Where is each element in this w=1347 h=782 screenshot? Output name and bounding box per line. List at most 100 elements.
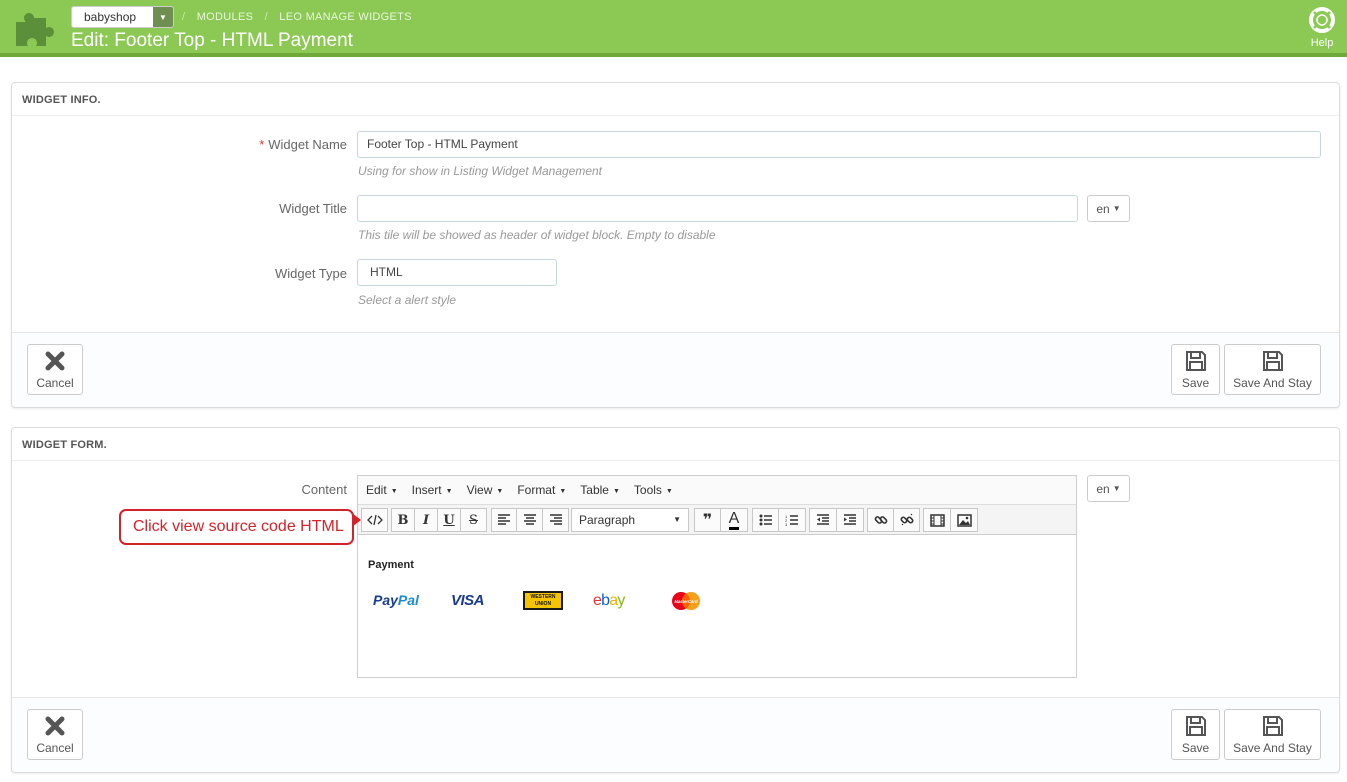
- widget-title-label: Widget Title: [279, 201, 347, 216]
- breadcrumb-leo-manage-widgets[interactable]: LEO MANAGE WIDGETS: [279, 11, 412, 23]
- breadcrumb-modules[interactable]: MODULES: [197, 11, 254, 23]
- cancel-button[interactable]: Cancel: [27, 709, 83, 760]
- html-editor[interactable]: Edit ▼ Insert ▼ View ▼ Format ▼ Table ▼ Tools…: [357, 475, 1077, 678]
- widget-title-lang-button[interactable]: en ▼: [1087, 195, 1130, 222]
- lifebuoy-icon: [1309, 7, 1335, 33]
- floppy-disk-icon: [1225, 350, 1320, 376]
- quote-icon: ❞: [702, 512, 713, 529]
- content-label: Content: [301, 482, 347, 497]
- insert-image-button[interactable]: [950, 508, 978, 532]
- widget-name-input[interactable]: Footer Top - HTML Payment: [357, 131, 1321, 158]
- strikethrough-button[interactable]: S: [460, 508, 487, 532]
- source-code-button[interactable]: [361, 508, 388, 532]
- menu-table[interactable]: Table ▼: [580, 483, 620, 497]
- image-icon: [956, 513, 972, 527]
- blockquote-button[interactable]: ❞: [694, 508, 721, 532]
- callout-arrow: [352, 513, 361, 527]
- paypal-logo: PayPal: [373, 592, 419, 608]
- chevron-down-icon: ▼: [153, 7, 173, 27]
- align-right-button[interactable]: [542, 508, 569, 532]
- close-icon: [28, 350, 82, 376]
- menu-tools[interactable]: Tools ▼: [634, 483, 673, 497]
- widget-type-label: Widget Type: [274, 266, 347, 281]
- italic-icon: I: [422, 512, 430, 528]
- menu-view[interactable]: View ▼: [467, 483, 504, 497]
- bullet-list-icon: [759, 514, 772, 526]
- insert-video-button[interactable]: [923, 508, 951, 532]
- widget-form-footer: Cancel Save Save And Stay: [12, 697, 1339, 772]
- text-color-icon: A: [728, 510, 740, 530]
- payment-heading: Payment: [368, 559, 414, 571]
- shop-select-label: babyshop: [84, 10, 137, 24]
- menu-format[interactable]: Format ▼: [517, 483, 566, 497]
- editor-content-area[interactable]: Payment PayPal VISA WESTERN UNION ebay Ma…: [358, 535, 1076, 610]
- indent-icon: [844, 514, 856, 525]
- link-icon: [874, 516, 887, 524]
- floppy-disk-icon: [1225, 715, 1320, 741]
- save-button[interactable]: Save: [1171, 344, 1220, 395]
- italic-button[interactable]: I: [414, 508, 438, 532]
- indent-button[interactable]: [836, 508, 864, 532]
- numbered-list-icon: 123: [785, 514, 798, 526]
- film-icon: [929, 513, 945, 527]
- top-header: babyshop ▼ / MODULES / LEO MANAGE WIDGET…: [0, 0, 1347, 57]
- align-right-icon: [549, 514, 562, 525]
- align-left-icon: [498, 514, 510, 525]
- ebay-logo: ebay: [593, 592, 625, 609]
- editor-toolbar: B I U S Paragraph ▼ ❞ A 123: [358, 505, 1076, 535]
- svg-text:MasterCard: MasterCard: [674, 599, 697, 604]
- menu-edit[interactable]: Edit ▼: [366, 483, 398, 497]
- floppy-disk-icon: [1172, 715, 1219, 741]
- save-and-stay-button[interactable]: Save And Stay: [1224, 344, 1321, 395]
- save-and-stay-button[interactable]: Save And Stay: [1224, 709, 1321, 760]
- mastercard-logo: MasterCard: [672, 592, 700, 610]
- underline-icon: U: [443, 512, 455, 528]
- floppy-disk-icon: [1172, 350, 1219, 376]
- content-lang-button[interactable]: en ▼: [1087, 475, 1130, 502]
- puzzle-icon: [16, 13, 54, 46]
- widget-type-select[interactable]: HTML: [357, 259, 557, 286]
- align-center-button[interactable]: [516, 508, 543, 532]
- annotation-callout: Click view source code HTML: [119, 509, 354, 545]
- code-icon: [366, 514, 383, 526]
- outdent-icon: [817, 514, 829, 525]
- western-union-logo: WESTERN UNION: [523, 591, 563, 610]
- remove-link-button[interactable]: [893, 508, 920, 532]
- align-center-icon: [523, 514, 536, 525]
- paragraph-format-select[interactable]: Paragraph ▼: [571, 508, 689, 532]
- underline-button[interactable]: U: [437, 508, 461, 532]
- shop-select[interactable]: babyshop ▼: [71, 6, 174, 28]
- bold-icon: B: [397, 512, 409, 528]
- breadcrumb: / MODULES / LEO MANAGE WIDGETS: [182, 11, 412, 23]
- widget-title-hint: This tile will be showed as header of wi…: [358, 228, 716, 242]
- widget-title-input[interactable]: [357, 195, 1078, 222]
- widget-type-hint: Select a alert style: [358, 293, 457, 307]
- insert-link-button[interactable]: [867, 508, 894, 532]
- bullet-list-button[interactable]: [752, 508, 779, 532]
- unlink-icon: [899, 513, 914, 526]
- widget-info-panel: WIDGET INFO. * Widget Name Footer Top - H…: [11, 82, 1340, 408]
- widget-info-heading: WIDGET INFO.: [12, 83, 1339, 116]
- strikethrough-icon: S: [469, 512, 478, 528]
- editor-menubar: Edit ▼ Insert ▼ View ▼ Format ▼ Table ▼ Tools…: [358, 476, 1076, 505]
- chevron-down-icon: ▼: [673, 515, 681, 524]
- text-color-button[interactable]: A: [720, 508, 748, 532]
- menu-insert[interactable]: Insert ▼: [412, 483, 453, 497]
- widget-info-footer: Cancel Save Save And Stay: [12, 332, 1339, 407]
- widget-name-label: * Widget Name: [259, 137, 347, 152]
- widget-name-hint: Using for show in Listing Widget Managem…: [358, 164, 603, 178]
- help-button[interactable]: Help: [1307, 7, 1337, 49]
- bold-button[interactable]: B: [391, 508, 415, 532]
- page-title: Edit: Footer Top - HTML Payment: [71, 30, 353, 51]
- align-left-button[interactable]: [491, 508, 517, 532]
- outdent-button[interactable]: [809, 508, 837, 532]
- numbered-list-button[interactable]: 123: [778, 508, 806, 532]
- close-icon: [28, 715, 82, 741]
- visa-logo: VISA: [451, 592, 485, 609]
- save-button[interactable]: Save: [1171, 709, 1220, 760]
- cancel-button[interactable]: Cancel: [27, 344, 83, 395]
- widget-form-panel: WIDGET FORM. Content Edit ▼ Insert ▼ View ▼…: [11, 427, 1340, 773]
- widget-form-heading: WIDGET FORM.: [12, 428, 1339, 461]
- svg-text:3: 3: [785, 522, 788, 526]
- help-label: Help: [1310, 37, 1334, 49]
